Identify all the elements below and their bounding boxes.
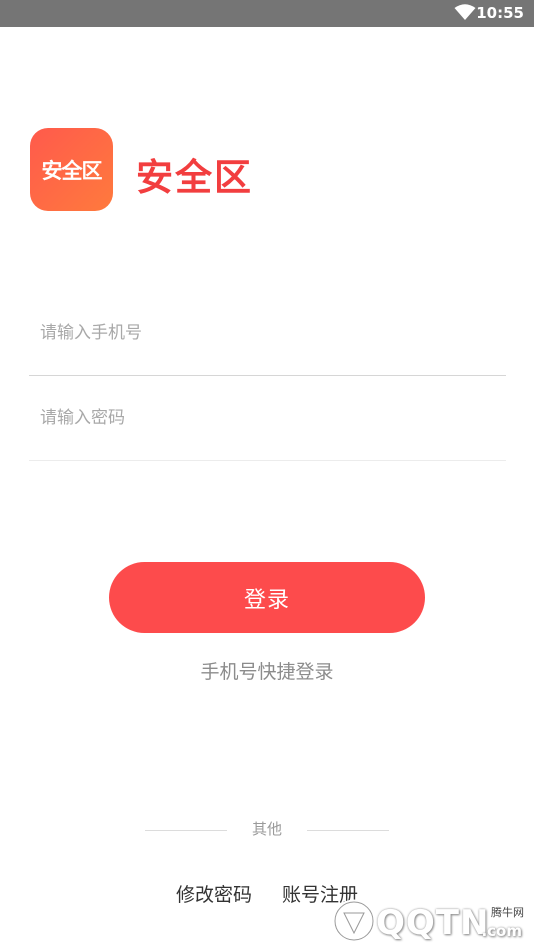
status-bar: 10:55 (0, 0, 534, 27)
watermark: 腾牛网 QQTN .com (330, 893, 530, 947)
watermark-com-text: .com (481, 922, 522, 940)
watermark-big-text: QQTN (376, 903, 490, 943)
app-name: 安全区 (136, 156, 253, 199)
divider-right (307, 830, 389, 831)
phone-field[interactable] (29, 308, 506, 358)
wifi-icon (454, 4, 476, 20)
other-label: 其他 (251, 820, 282, 838)
watermark-logo-icon (332, 899, 376, 943)
quick-login-link[interactable]: 手机号快捷登录 (0, 657, 534, 684)
watermark-small-text: 腾牛网 (491, 906, 524, 919)
status-time: 10:55 (476, 4, 524, 22)
password-underline (29, 460, 506, 461)
other-divider: 其他 (0, 818, 534, 840)
login-button[interactable]: 登录 (109, 562, 425, 633)
app-logo: 安全区 (30, 128, 113, 211)
change-password-link[interactable]: 修改密码 (176, 884, 252, 906)
logo-text: 安全区 (41, 158, 103, 183)
phone-input[interactable] (29, 308, 506, 358)
password-input[interactable] (29, 393, 506, 443)
password-field[interactable] (29, 393, 506, 443)
phone-underline (29, 375, 506, 376)
